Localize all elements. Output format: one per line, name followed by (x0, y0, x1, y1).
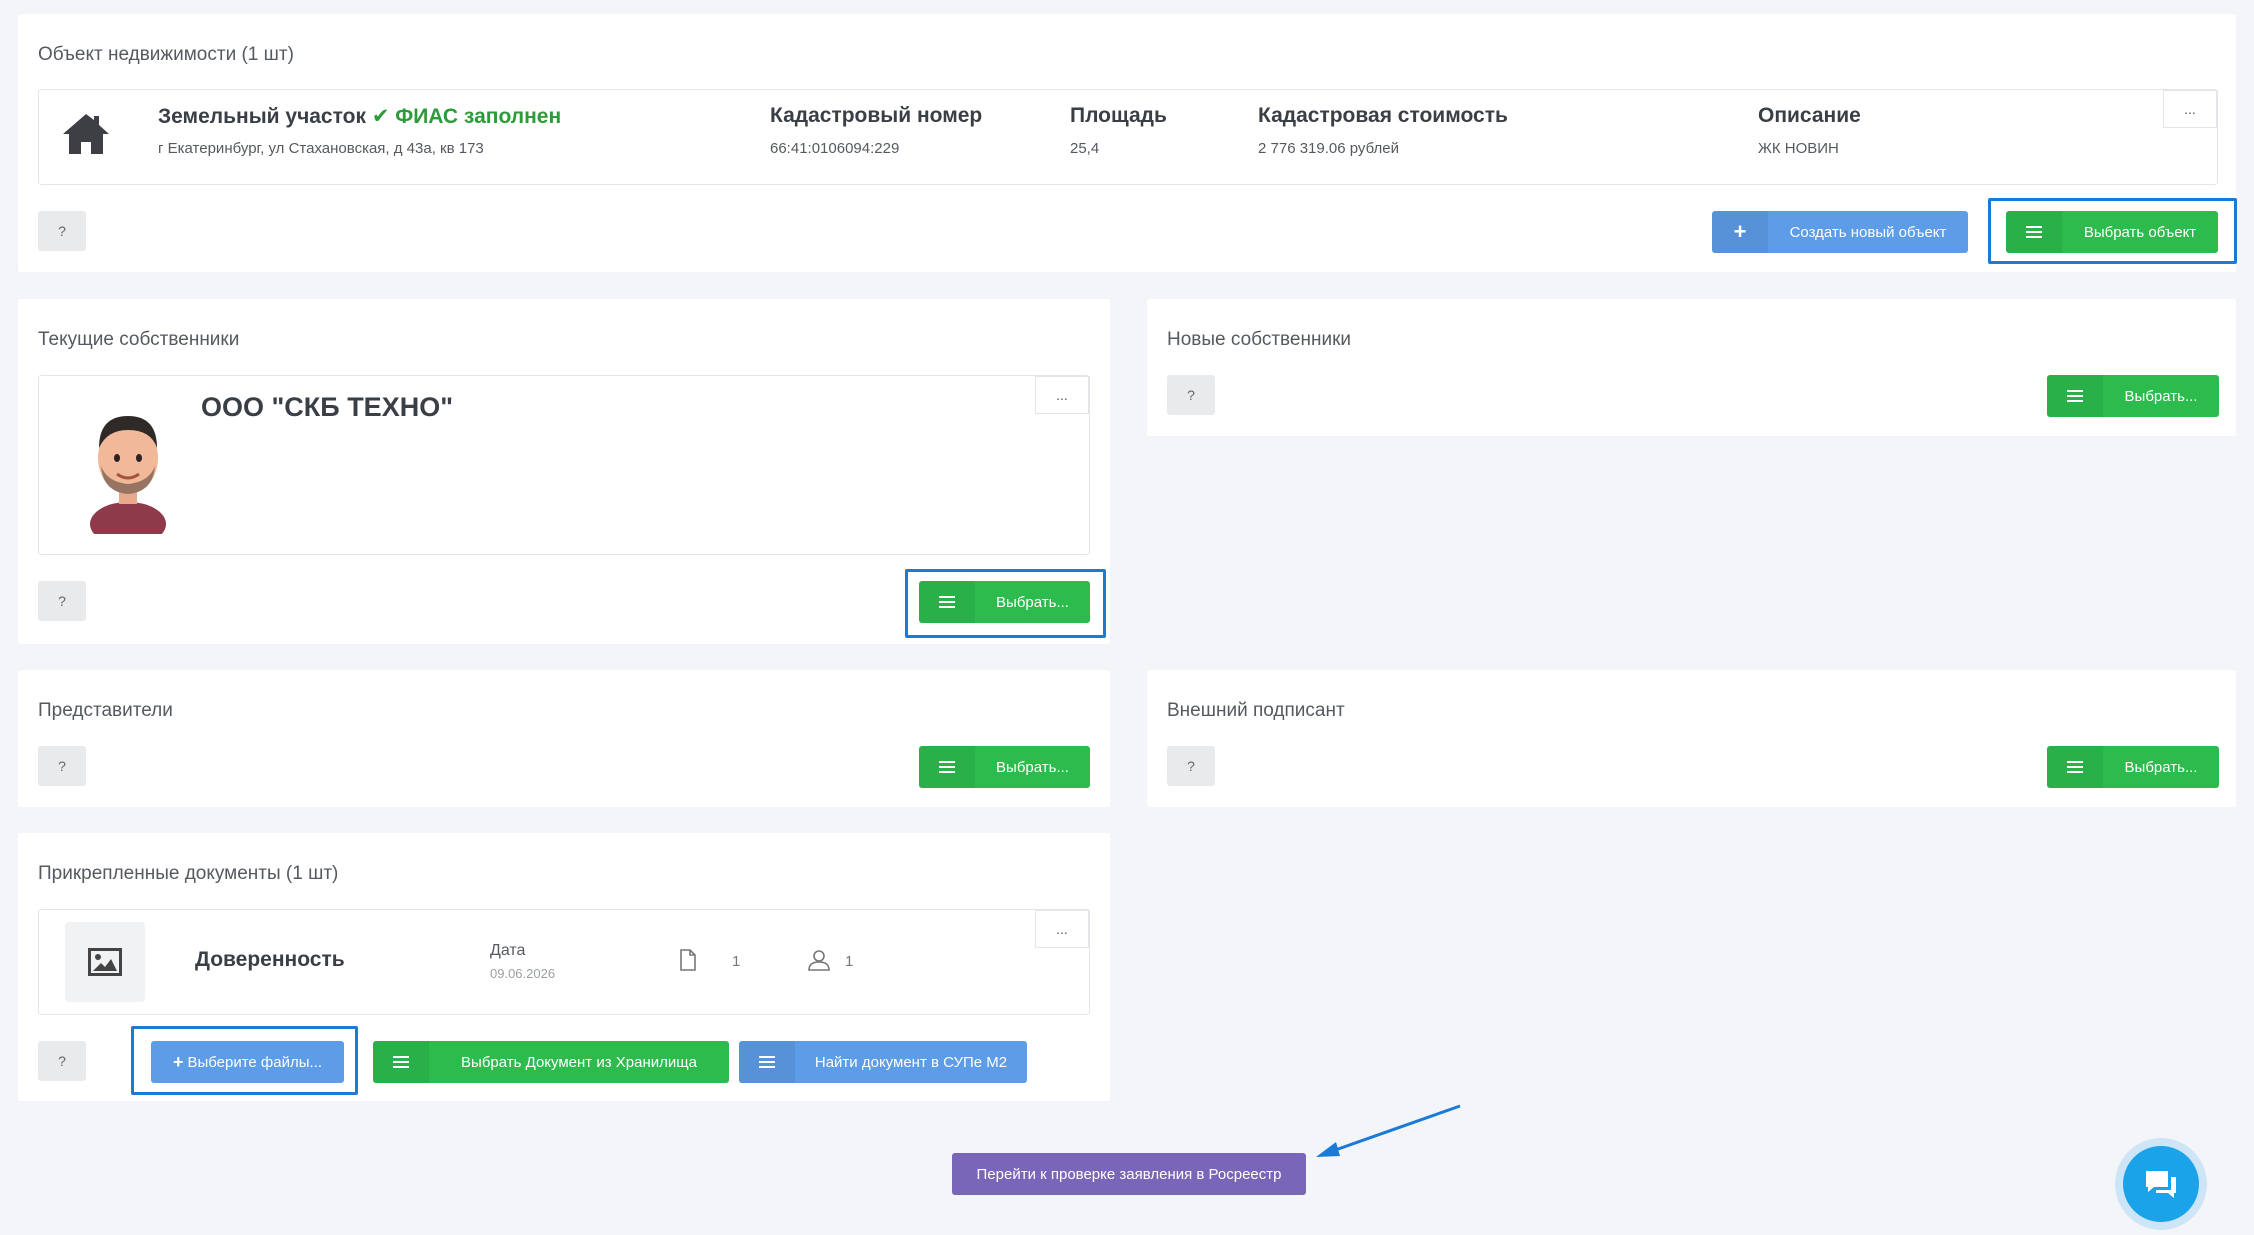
check-application-button[interactable]: Перейти к проверке заявления в Росреестр (952, 1153, 1306, 1195)
card-menu-button[interactable]: ... (1035, 376, 1089, 414)
cadastral-label: Кадастровый номер (770, 104, 983, 127)
card-menu-button[interactable]: ... (2163, 90, 2217, 128)
files-count: 1 (732, 953, 741, 970)
date-value: 09.06.2026 (490, 966, 556, 981)
representatives-panel: Представители ? Выбрать... (18, 670, 1110, 807)
help-button[interactable]: ? (38, 1041, 86, 1081)
persons-count: 1 (845, 953, 854, 970)
description-value: ЖК НОВИН (1758, 140, 1839, 157)
fias-status: ФИАС заполнен (395, 105, 562, 128)
property-panel: Объект недвижимости (1 шт) Земельный уча… (18, 14, 2236, 272)
documents-panel: Прикрепленные документы (1 шт) Доверенно… (18, 833, 1110, 1101)
chat-button[interactable] (2123, 1146, 2199, 1222)
list-icon (2006, 211, 2062, 253)
panel-title: Текущие собственники (38, 329, 240, 350)
select-new-owners-button[interactable]: Выбрать... (2047, 375, 2219, 417)
owner-card[interactable]: ООО "СКБ ТЕХНО" ... (38, 375, 1090, 555)
panel-title: Новые собственники (1167, 329, 1352, 350)
card-menu-button[interactable]: ... (1035, 910, 1089, 948)
arrow-annotation (1316, 1104, 1461, 1157)
select-representatives-button[interactable]: Выбрать... (919, 746, 1090, 788)
current-owners-panel: Текущие собственники ООО "СКБ ТЕХНО" ...… (18, 299, 1110, 644)
choose-files-button[interactable]: + Выберите файлы... (151, 1041, 344, 1083)
date-label: Дата (490, 942, 526, 959)
help-button[interactable]: ? (38, 746, 86, 786)
select-owners-button[interactable]: Выбрать... (919, 581, 1090, 623)
owner-name: ООО "СКБ ТЕХНО" (201, 392, 454, 422)
find-document-button[interactable]: Найти документ в СУПе М2 (739, 1041, 1027, 1083)
storage-document-button[interactable]: Выбрать Документ из Хранилища (373, 1041, 729, 1083)
property-address: г Екатеринбург, ул Стахановская, д 43а, … (158, 140, 484, 157)
home-icon (61, 112, 111, 161)
help-button[interactable]: ? (1167, 375, 1215, 415)
list-icon (373, 1041, 429, 1083)
list-icon (919, 581, 975, 623)
external-signer-panel: Внешний подписант ? Выбрать... (1147, 670, 2236, 807)
help-button[interactable]: ? (38, 211, 86, 251)
description-label: Описание (1758, 104, 1861, 127)
new-owners-panel: Новые собственники ? Выбрать... (1147, 299, 2236, 436)
check-icon: ✔ (371, 105, 390, 128)
plus-icon: + (172, 1051, 184, 1072)
avatar (85, 406, 171, 546)
cost-value: 2 776 319.06 рублей (1258, 140, 1399, 157)
list-icon (2047, 375, 2103, 417)
document-name: Доверенность (195, 948, 345, 971)
plus-icon: + (1712, 211, 1768, 253)
list-icon (2047, 746, 2103, 788)
user-icon (807, 949, 831, 976)
image-icon (65, 922, 145, 1002)
select-signer-button[interactable]: Выбрать... (2047, 746, 2219, 788)
panel-title: Представители (38, 700, 173, 721)
list-icon (739, 1041, 795, 1083)
help-button[interactable]: ? (1167, 746, 1215, 786)
panel-title: Прикрепленные документы (1 шт) (38, 863, 339, 884)
create-object-button[interactable]: + Создать новый объект (1712, 211, 1968, 253)
panel-title: Внешний подписант (1167, 700, 1345, 721)
cost-label: Кадастровая стоимость (1258, 104, 1508, 127)
property-type: Земельный участок (158, 105, 366, 128)
document-card[interactable]: Доверенность Дата 09.06.2026 1 1 ... (38, 909, 1090, 1015)
chat-icon (2146, 1171, 2176, 1198)
area-value: 25,4 (1070, 140, 1100, 157)
file-icon (679, 949, 697, 976)
select-object-button[interactable]: Выбрать объект (2006, 211, 2218, 253)
property-card[interactable]: Земельный участок ✔ ФИАС заполнен г Екат… (38, 89, 2218, 185)
area-label: Площадь (1070, 104, 1167, 127)
help-button[interactable]: ? (38, 581, 86, 621)
list-icon (919, 746, 975, 788)
cadastral-value: 66:41:0106094:229 (770, 140, 900, 157)
panel-title: Объект недвижимости (1 шт) (38, 44, 294, 65)
